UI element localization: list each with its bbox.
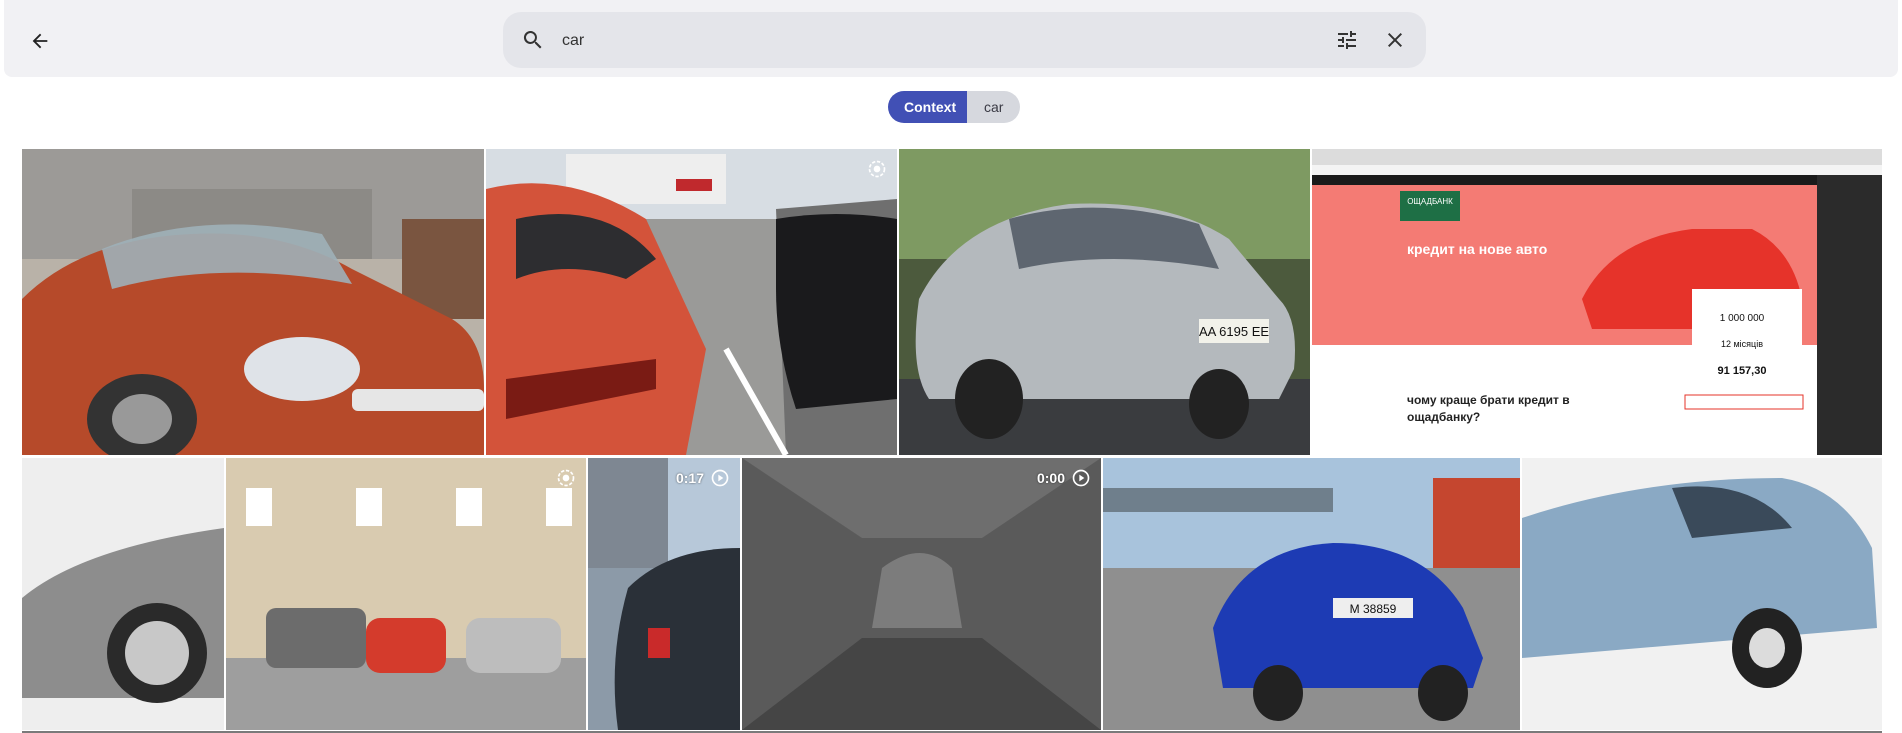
photo-thumbnail [22, 458, 224, 730]
context-chip[interactable]: Context [888, 91, 967, 123]
search-input[interactable] [560, 26, 1324, 56]
photo-thumbnail [486, 149, 897, 455]
photo-thumbnail [1522, 458, 1882, 730]
close-icon[interactable] [1383, 28, 1407, 52]
headline-text: кредит на нове авто [1407, 241, 1547, 257]
plate-text: AA 6195 EE [1199, 324, 1269, 339]
play-circle-icon [1072, 469, 1090, 487]
video-thumbnail [588, 458, 740, 730]
search-icon [523, 31, 542, 49]
back-button[interactable] [26, 27, 54, 55]
video-duration-badge: 0:00 [1037, 468, 1091, 488]
top-app-bar [4, 0, 1898, 77]
tune-icon[interactable] [1335, 28, 1359, 52]
search-term-chip[interactable]: car [967, 91, 1021, 123]
result-photo-blue-sedan[interactable]: M 38859 [1103, 458, 1520, 730]
arrow-left-icon [32, 33, 48, 49]
motion-photo-indicator [867, 159, 887, 179]
result-video-roadside[interactable]: 0:17 [588, 458, 740, 730]
subhead-text-2: ощадбанку? [1407, 410, 1480, 424]
plate-text: M 38859 [1350, 602, 1397, 616]
photo-thumbnail: M 38859 [1103, 458, 1520, 730]
screenshot-thumbnail: ОЩАДБАНК кредит на нове авто 1 000 000 1… [1312, 149, 1882, 455]
video-duration-text: 0:00 [1036, 470, 1065, 486]
subhead-text: чому краще брати кредит в [1407, 393, 1570, 407]
motion-photo-icon [868, 160, 886, 178]
bank-logo-text: ОЩАДБАНК [1407, 197, 1453, 206]
months-text: 12 місяців [1721, 339, 1763, 349]
result-motion-photo-parked-cars[interactable] [226, 458, 586, 730]
result-photo-red-convertible[interactable] [22, 149, 484, 455]
photo-thumbnail: AA 6195 EE [899, 149, 1310, 455]
result-screenshot-bank-page[interactable]: ОЩАДБАНК кредит на нове авто 1 000 000 1… [1312, 149, 1882, 455]
video-duration-text: 0:17 [675, 470, 704, 486]
result-photo-wheel[interactable] [22, 458, 224, 730]
search-bar[interactable] [503, 12, 1426, 68]
result-photo-silver-sedan[interactable]: AA 6195 EE [899, 149, 1310, 455]
play-circle-icon [711, 469, 729, 487]
photo-thumbnail [226, 458, 586, 730]
motion-photo-icon [557, 469, 575, 487]
motion-photo-indicator [556, 468, 576, 488]
result-motion-photo-red-hatchback[interactable] [486, 149, 897, 455]
result-photo-light-blue-hatchback[interactable] [1522, 458, 1882, 730]
amount-text: 1 000 000 [1720, 313, 1765, 324]
filter-chips: Context car [888, 91, 1021, 123]
video-duration-badge: 0:17 [676, 468, 730, 488]
payment-text: 91 157,30 [1718, 365, 1767, 377]
photo-thumbnail [22, 149, 484, 455]
video-thumbnail [742, 458, 1101, 730]
result-video-tunnel[interactable]: 0:00 [742, 458, 1101, 730]
